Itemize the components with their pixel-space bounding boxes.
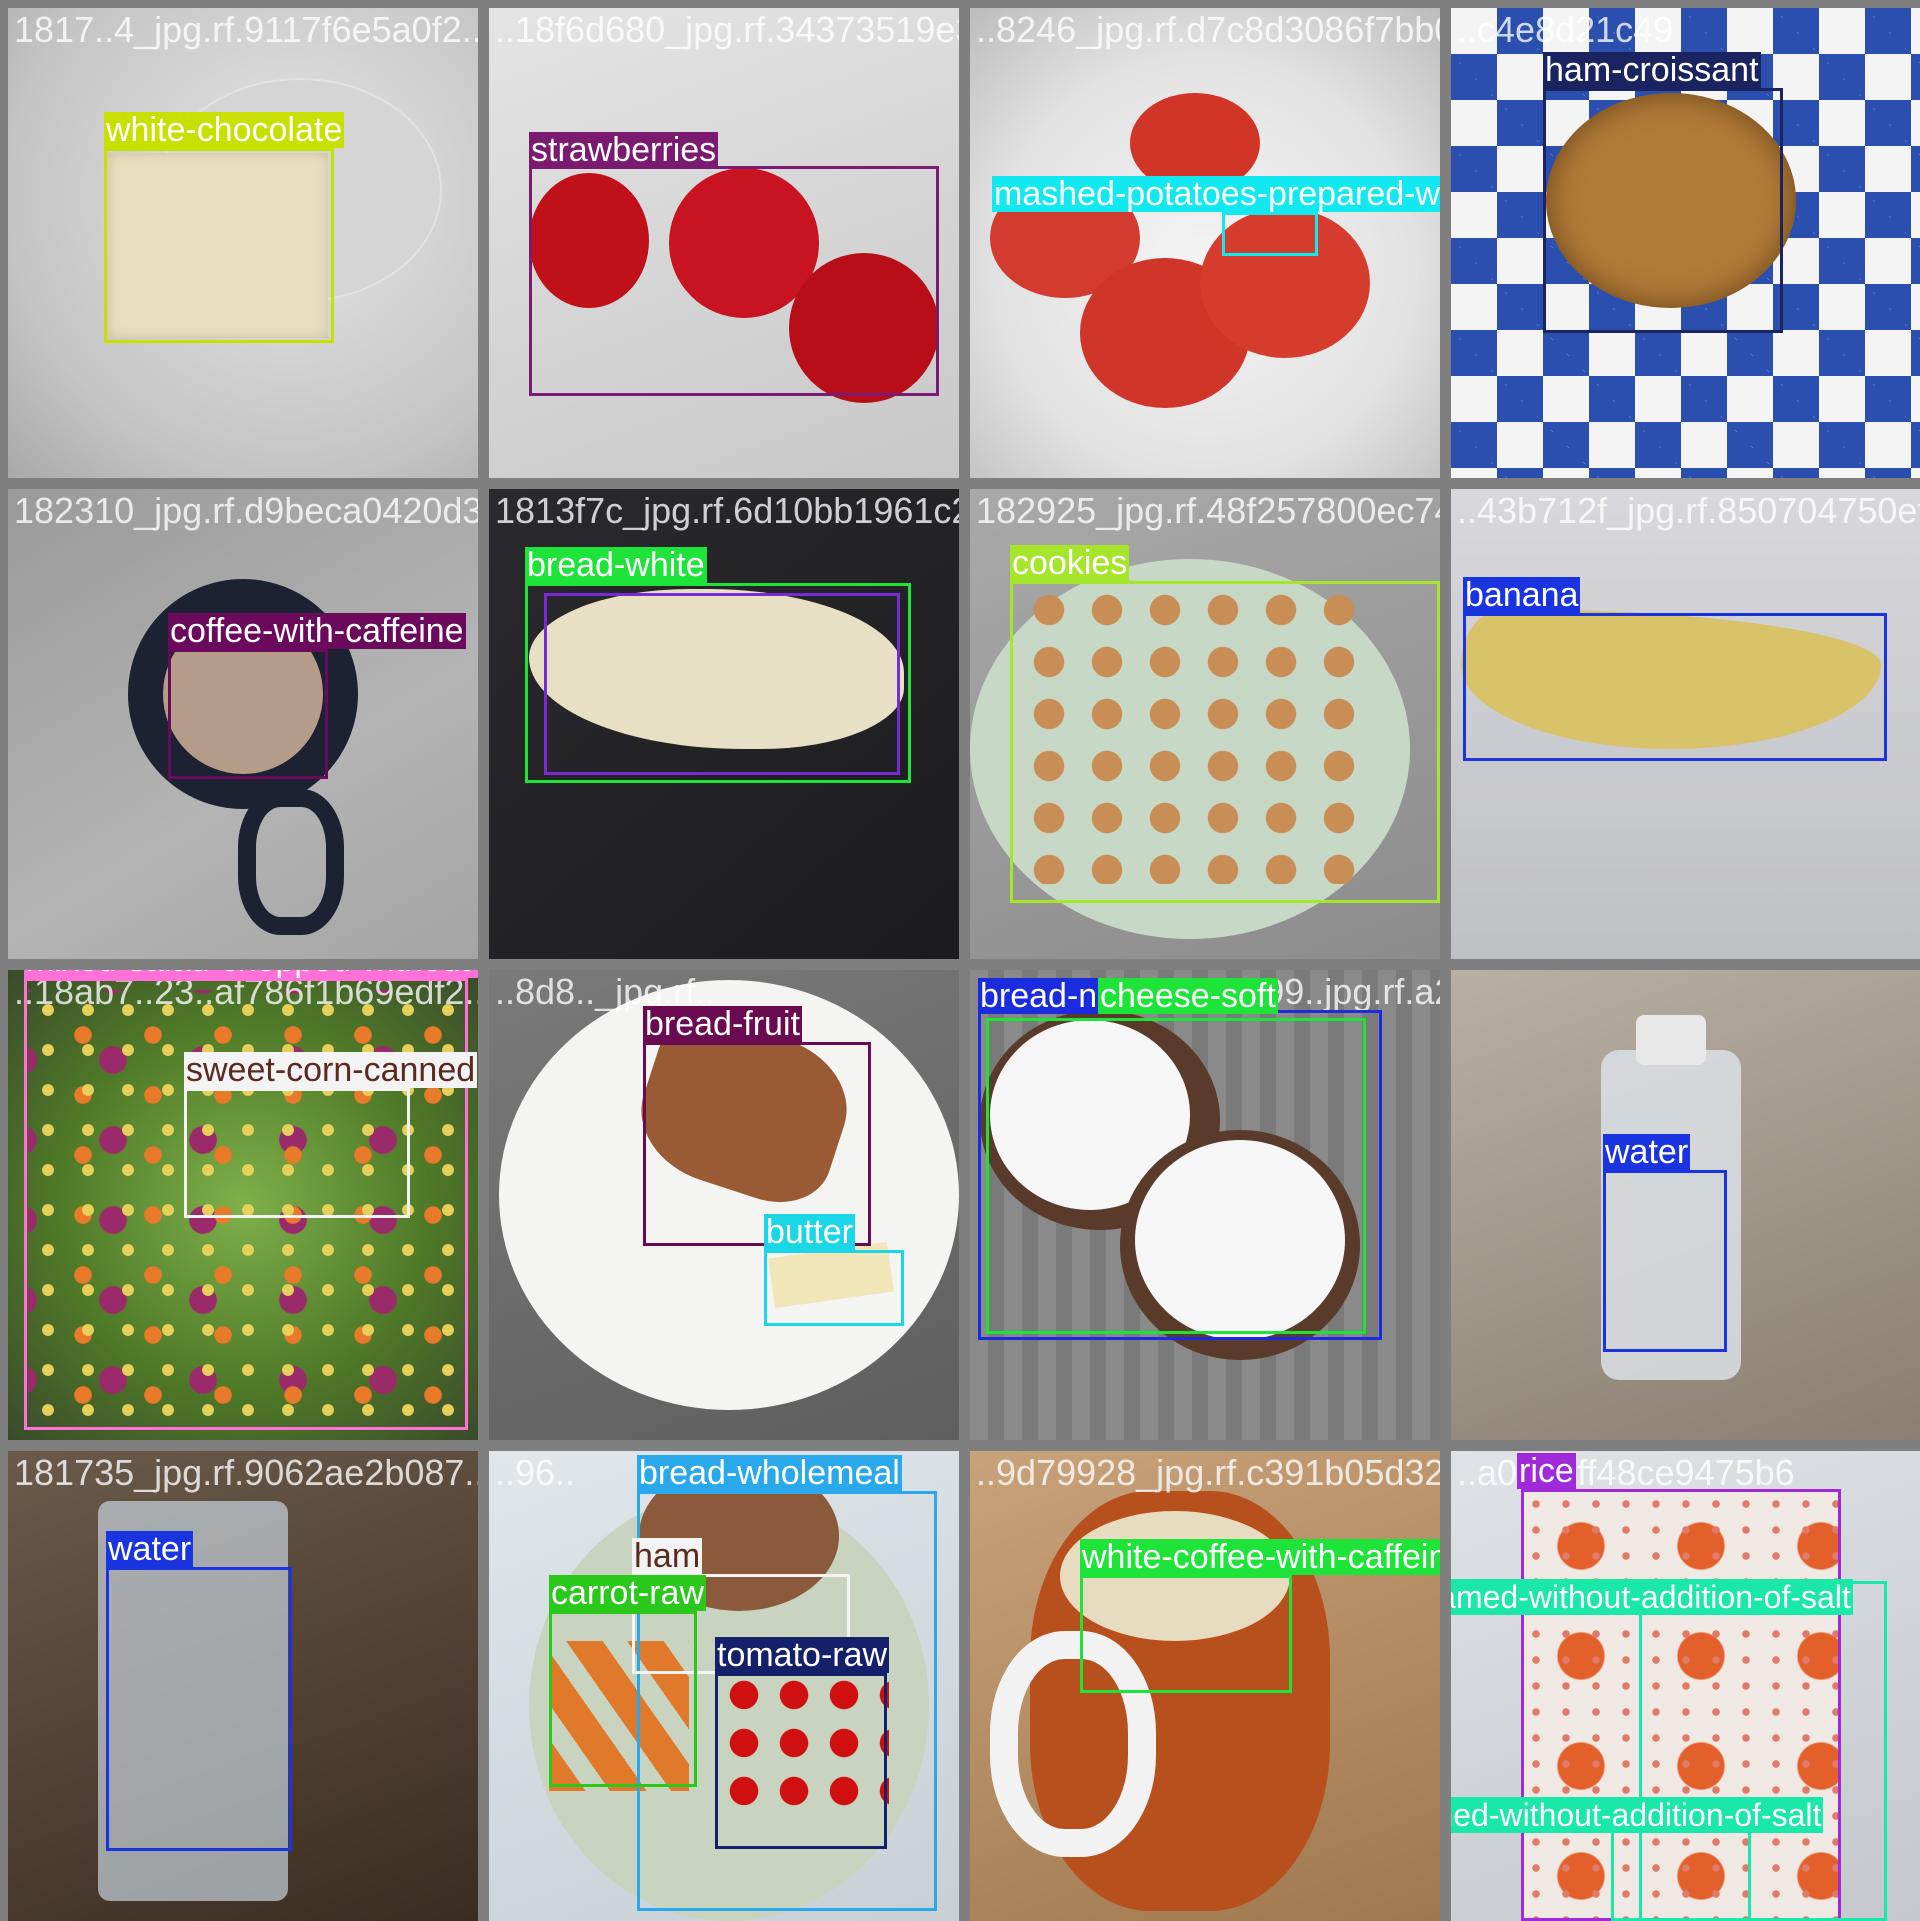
tile-filename: 1813f7c_jpg.rf.6d10bb1961c2..	[495, 490, 959, 531]
label-white-coffee: white-coffee-with-caffeine	[1080, 1539, 1440, 1575]
tile-filename: 181735_jpg.rf.9062ae2b087..	[14, 1452, 478, 1493]
label-beetroot: beetroot-steamed-without-addition-of-sal…	[1451, 1797, 1824, 1833]
tile-rice: ..a07b1ff48ce9475b6 rice carrot-steamed-…	[1451, 1451, 1920, 1921]
label-cookies: cookies	[1010, 544, 1130, 582]
bbox-cheese-soft	[986, 1018, 1366, 1334]
bbox-bread-white-inner	[544, 593, 900, 775]
bbox-white-coffee	[1080, 1575, 1292, 1693]
label-bread-fruit: bread-fruit	[643, 1005, 802, 1043]
tile-white-chocolate: 1817..4_jpg.rf.9117f6e5a0f2.. white-choc…	[8, 8, 478, 478]
bbox-sweet-corn	[184, 1088, 410, 1218]
bottle-cap	[1636, 1015, 1706, 1065]
label-white-chocolate: white-chocolate	[104, 111, 345, 149]
tile-ham-croissant: ..c4e8d21c49 ham-croissant	[1451, 8, 1920, 478]
label-salad: mixed-salad-chopped-without-sauce	[24, 970, 478, 978]
label-carrot-steamed: carrot-steamed-without-addition-of-salt	[1451, 1579, 1853, 1615]
label-carrot-raw: carrot-raw	[549, 1574, 707, 1612]
tile-filename: ..8246_jpg.rf.d7c8d3086f7bb0..	[976, 9, 1440, 50]
tile-bread-wholemeal: ..96.. bread-wholemeal ham carrot-raw to…	[489, 1451, 959, 1921]
tile-white-coffee: ..9d79928_jpg.rf.c391b05d3273.. white-co…	[970, 1451, 1440, 1921]
label-mashed-potatoes: mashed-potatoes-prepared-with-full-fat-m…	[992, 176, 1440, 212]
bbox-white-chocolate	[104, 148, 334, 343]
tile-bread-fruit: ..8d8.._jpg.rf.. bread-fruit butter	[489, 970, 959, 1440]
label-tomato-raw: tomato-raw	[715, 1636, 890, 1674]
bbox-mashed-potatoes	[1222, 212, 1318, 256]
tile-filename: 182925_jpg.rf.48f257800ec749..	[976, 490, 1440, 531]
bbox-water	[1603, 1170, 1727, 1352]
bbox-butter	[764, 1250, 904, 1326]
tile-bread-nut: ..af4e12bbc3..48399..jpg.rf.a26deb85110 …	[970, 970, 1440, 1440]
label-ham: ham	[632, 1537, 703, 1575]
mosaic-grid: 1817..4_jpg.rf.9117f6e5a0f2.. white-choc…	[0, 0, 1920, 1921]
label-strawberries: strawberries	[529, 131, 719, 169]
label-ham-croissant: ham-croissant	[1543, 51, 1761, 89]
bbox-cookies	[1010, 581, 1440, 903]
bbox-beetroot	[1611, 1821, 1751, 1921]
cup-handle	[238, 789, 344, 935]
bbox-water	[106, 1567, 292, 1851]
tile-banana: ..43b712f_jpg.rf.850704750efb banana	[1451, 489, 1920, 959]
tile-strawberries: ..18f6d680_jpg.rf.34373519e3ea.. strawbe…	[489, 8, 959, 478]
tile-coffee: 182310_jpg.rf.d9beca0420d3.. coffee-with…	[8, 489, 478, 959]
tile-salad: ..18ab7..23..af786f1b69edf2.. mixed-sala…	[8, 970, 478, 1440]
label-bread-white: bread-white	[525, 546, 707, 584]
tile-filename: ..96..	[495, 1452, 576, 1493]
tile-filename: 1817..4_jpg.rf.9117f6e5a0f2..	[14, 9, 478, 50]
tile-mashed-potatoes: ..8246_jpg.rf.d7c8d3086f7bb0.. mashed-po…	[970, 8, 1440, 478]
label-coffee: coffee-with-caffeine	[168, 612, 466, 650]
label-rice: rice	[1517, 1452, 1576, 1490]
tile-water-glass: 181735_jpg.rf.9062ae2b087.. water	[8, 1451, 478, 1921]
bbox-strawberries	[529, 166, 939, 396]
tile-filename: ..c4e8d21c49	[1457, 9, 1674, 50]
bbox-tomato-raw	[715, 1673, 887, 1849]
bbox-carrot-raw	[549, 1611, 697, 1787]
tile-cookies: 182925_jpg.rf.48f257800ec749.. cookies	[970, 489, 1440, 959]
label-bread-wholemeal: bread-wholemeal	[637, 1454, 902, 1492]
bbox-coffee	[168, 649, 328, 779]
label-butter: butter	[764, 1213, 855, 1251]
tile-filename: ..9d79928_jpg.rf.c391b05d3273..	[976, 1452, 1440, 1493]
label-sweet-corn: sweet-corn-canned	[184, 1051, 478, 1089]
tile-filename: ..18f6d680_jpg.rf.34373519e3ea..	[495, 9, 959, 50]
label-cheese-soft: cheese-soft	[1098, 977, 1278, 1015]
tile-filename: ..43b712f_jpg.rf.850704750efb	[1457, 490, 1920, 531]
tile-filename: ..a07b1ff48ce9475b6	[1457, 1452, 1795, 1493]
tile-filename: 182310_jpg.rf.d9beca0420d3..	[14, 490, 478, 531]
bbox-ham-croissant	[1543, 88, 1783, 333]
label-water: water	[1603, 1133, 1691, 1171]
bbox-banana	[1463, 613, 1887, 761]
label-banana: banana	[1463, 576, 1581, 614]
tile-water-bottle: water	[1451, 970, 1920, 1440]
label-water: water	[106, 1530, 194, 1568]
tile-bread-white: 1813f7c_jpg.rf.6d10bb1961c2.. bread-whit…	[489, 489, 959, 959]
